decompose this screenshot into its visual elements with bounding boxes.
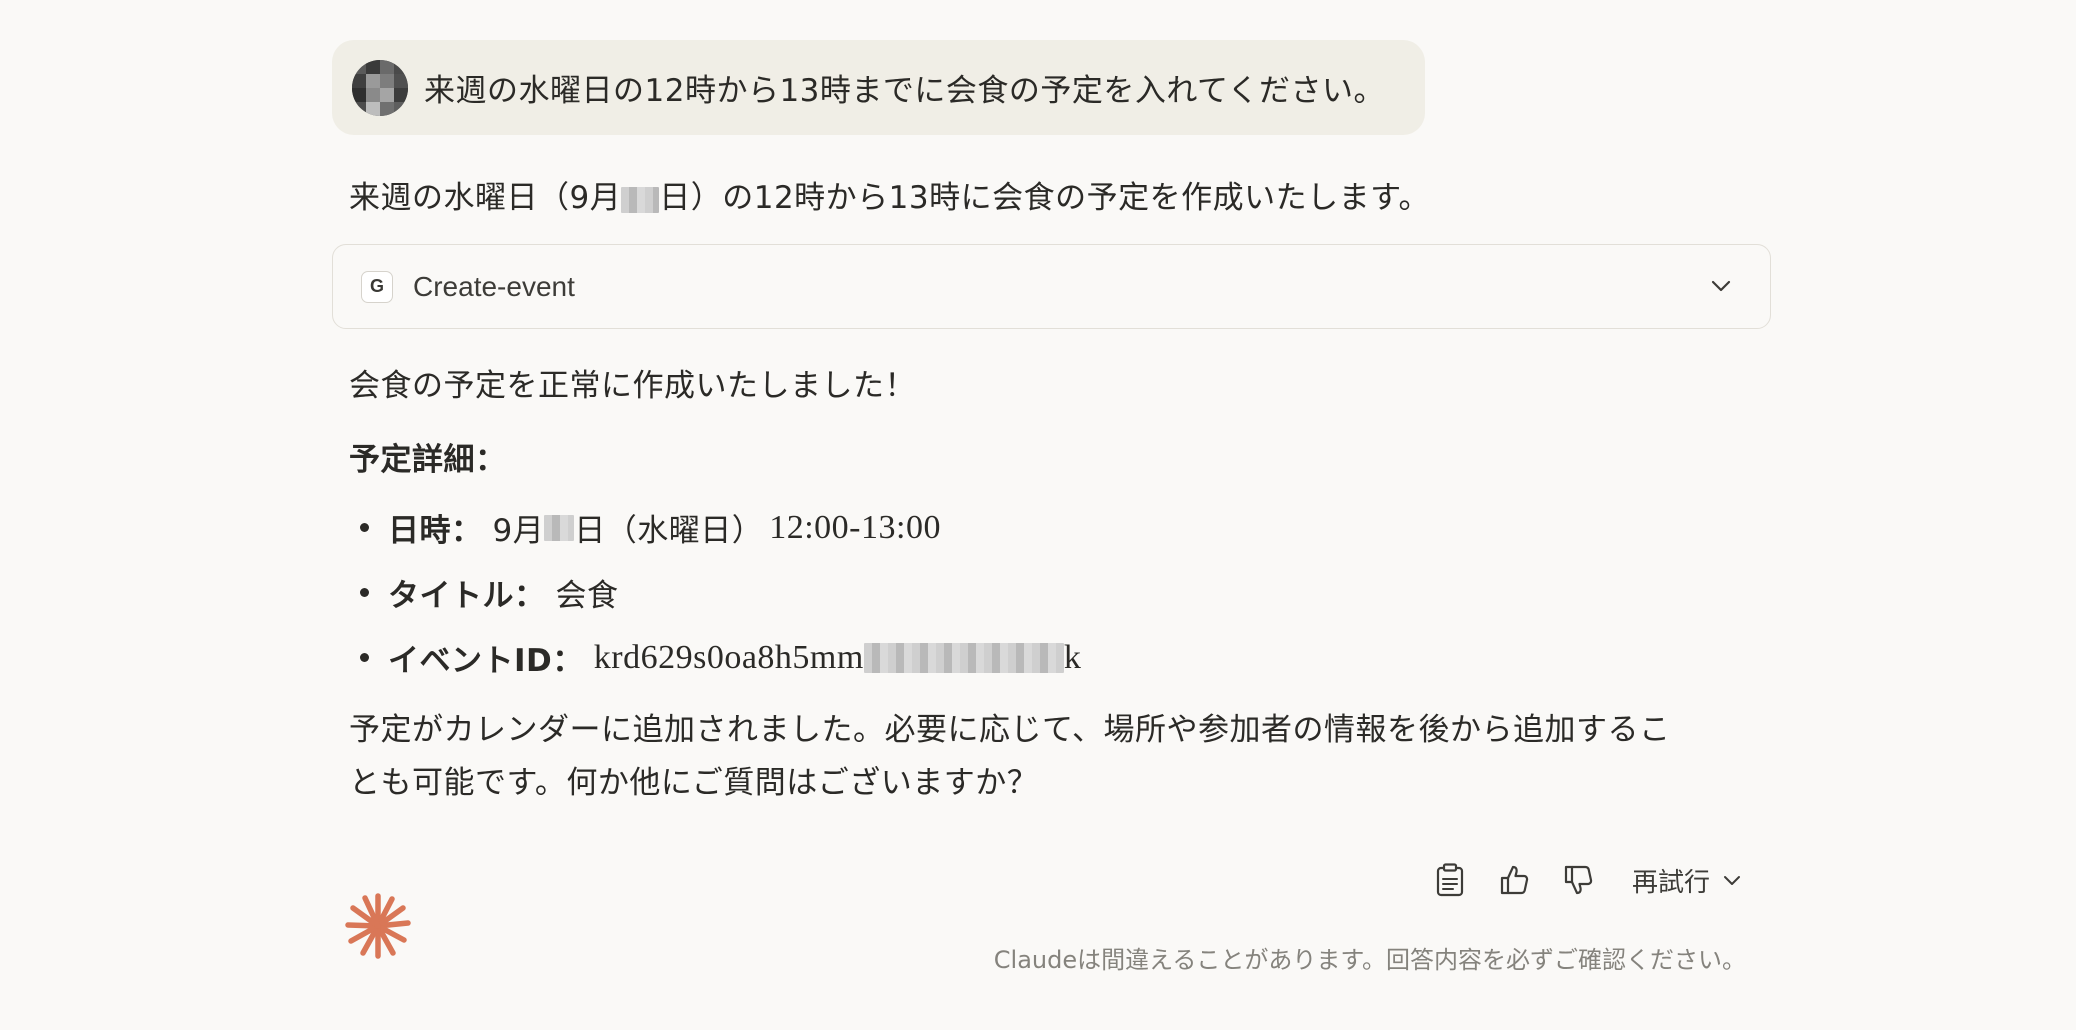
bullet-dot: [360, 523, 369, 532]
title-label: タイトル：: [388, 578, 546, 614]
eventid-value: krd629s0oa8h5mm: [593, 638, 864, 676]
detail-title: タイトル： 会食: [360, 570, 619, 615]
thumbs-up-icon[interactable]: [1494, 860, 1534, 900]
intro-text-after: 日）の12時から13時に会食の予定を作成いたします。: [659, 180, 1431, 216]
chevron-down-icon[interactable]: [1710, 275, 1732, 297]
google-tool-icon: G: [361, 270, 393, 303]
datetime-month: 9月: [492, 513, 545, 549]
thumbs-down-icon[interactable]: [1558, 860, 1598, 900]
bullet-dot: [360, 653, 369, 662]
bullet-dot: [360, 588, 369, 597]
datetime-weekday: 日（水曜日）: [574, 513, 764, 549]
retry-button[interactable]: 再試行: [1632, 862, 1742, 899]
tool-name: Create-event: [413, 270, 575, 302]
assistant-intro: 来週の水曜日（9月 日）の12時から13時に会食の予定を作成いたします。: [349, 172, 1430, 217]
detail-datetime: 日時： 9月 日（水曜日） 12:00-13:00: [360, 505, 941, 550]
claude-starburst-icon: [345, 893, 411, 959]
detail-event-id: イベントID： krd629s0oa8h5mm k: [360, 635, 1081, 680]
redacted-event-id: [863, 642, 1064, 673]
message-actions: 再試行: [1430, 860, 1742, 900]
user-avatar: [352, 59, 408, 116]
title-value: 会食: [555, 578, 619, 614]
eventid-tail: k: [1063, 638, 1082, 676]
clipboard-icon[interactable]: [1430, 860, 1470, 900]
user-message-text: 来週の水曜日の12時から13時までに会食の予定を入れてください。: [424, 73, 1386, 109]
eventid-label: イベントID：: [388, 643, 584, 679]
user-message-bubble: 来週の水曜日の12時から13時までに会食の予定を入れてください。: [332, 40, 1425, 135]
datetime-time: 12:00-13:00: [769, 508, 941, 546]
redacted-day: [544, 514, 575, 541]
closing-paragraph: 予定がカレンダーに追加されました。必要に応じて、場所や参加者の情報を後から追加す…: [349, 712, 1671, 801]
datetime-label: 日時：: [388, 513, 483, 549]
tool-call-card[interactable]: G Create-event: [332, 244, 1771, 329]
redacted-date: [621, 186, 660, 213]
intro-text-before: 来週の水曜日（9月: [349, 180, 622, 216]
retry-label: 再試行: [1632, 867, 1711, 898]
chevron-down-icon: [1724, 876, 1741, 885]
success-message: 会食の予定を正常に作成いたしました！: [349, 368, 916, 404]
details-heading: 予定詳細：: [349, 442, 507, 478]
disclaimer-text: Claudeは間違えることがあります。回答内容を必ずご確認ください。: [993, 946, 1746, 974]
